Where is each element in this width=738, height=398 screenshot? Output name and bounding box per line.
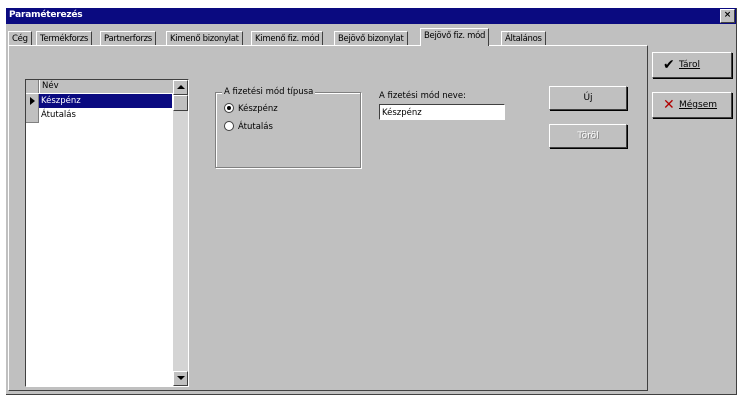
cross-icon: ✕: [663, 97, 675, 113]
tab-bejovo-bizonylat[interactable]: Bejövő bizonylat: [334, 31, 408, 46]
radio-label: Átutalás: [238, 122, 273, 132]
vertical-scrollbar[interactable]: [173, 80, 188, 386]
scroll-up-button[interactable]: [173, 80, 188, 95]
tab-panel: Név Készpénz Átutalás A fizetési mód típ…: [8, 45, 648, 391]
grid-cell[interactable]: Átutalás: [39, 108, 172, 122]
save-button[interactable]: ✔ Tárol: [652, 52, 732, 78]
tab-kimeno-bizonylat[interactable]: Kimenő bizonylat: [166, 31, 243, 46]
checkmark-icon: ✔: [663, 57, 675, 73]
grid-header: Név: [26, 80, 175, 95]
payment-type-legend: A fizetési mód típusa: [222, 87, 316, 97]
payment-mode-grid[interactable]: Név Készpénz Átutalás: [25, 79, 189, 387]
window-title: Paraméterezés: [9, 10, 83, 20]
title-bar: Paraméterezés ×: [6, 8, 736, 24]
close-button[interactable]: ×: [720, 9, 735, 23]
tab-kimeno-fiz-mod[interactable]: Kimenő fiz. mód: [251, 31, 324, 46]
tab-bejovo-fiz-mod[interactable]: Bejövő fiz. mód: [420, 28, 490, 46]
table-row[interactable]: Készpénz: [26, 94, 172, 109]
tab-strip: Cég Termékforzs Partnerforzs Kimenő bizo…: [8, 28, 648, 46]
cancel-button[interactable]: ✕ Mégsem: [652, 92, 732, 118]
tab-altalanos[interactable]: Általános: [501, 31, 546, 46]
payment-name-input[interactable]: Készpénz: [379, 104, 505, 120]
radio-checked-icon: [224, 102, 234, 113]
radio-keszpenz[interactable]: Készpénz: [224, 102, 278, 115]
row-indicator-header: [26, 80, 39, 93]
radio-atutalas[interactable]: Átutalás: [224, 120, 273, 133]
payment-name-label: A fizetési mód neve:: [379, 91, 466, 101]
column-header-nev[interactable]: Név: [39, 80, 175, 93]
arrow-down-icon: [177, 376, 185, 380]
grid-cell[interactable]: Készpénz: [39, 94, 172, 108]
tab-ceg[interactable]: Cég: [8, 31, 32, 46]
parameters-window: Paraméterezés × Cég Termékforzs Partnerf…: [6, 8, 737, 395]
radio-unchecked-icon: [224, 120, 234, 131]
row-indicator: [26, 94, 39, 109]
cancel-label: Mégsem: [679, 100, 718, 110]
tab-partnertorzs[interactable]: Partnerforzs: [100, 31, 156, 46]
delete-button[interactable]: Töröl: [549, 124, 627, 148]
current-row-arrow-icon: [30, 97, 35, 105]
tab-termektorzs[interactable]: Termékforzs: [36, 31, 93, 46]
new-button[interactable]: Új: [549, 86, 627, 110]
scroll-thumb[interactable]: [173, 95, 188, 111]
radio-label: Készpénz: [238, 104, 278, 114]
payment-type-group: A fizetési mód típusa Készpénz Átutalás: [215, 87, 361, 168]
scroll-down-button[interactable]: [173, 371, 188, 386]
arrow-up-icon: [177, 85, 185, 89]
table-row[interactable]: Átutalás: [26, 108, 172, 123]
save-label: Tárol: [679, 60, 701, 70]
row-indicator: [26, 108, 39, 123]
